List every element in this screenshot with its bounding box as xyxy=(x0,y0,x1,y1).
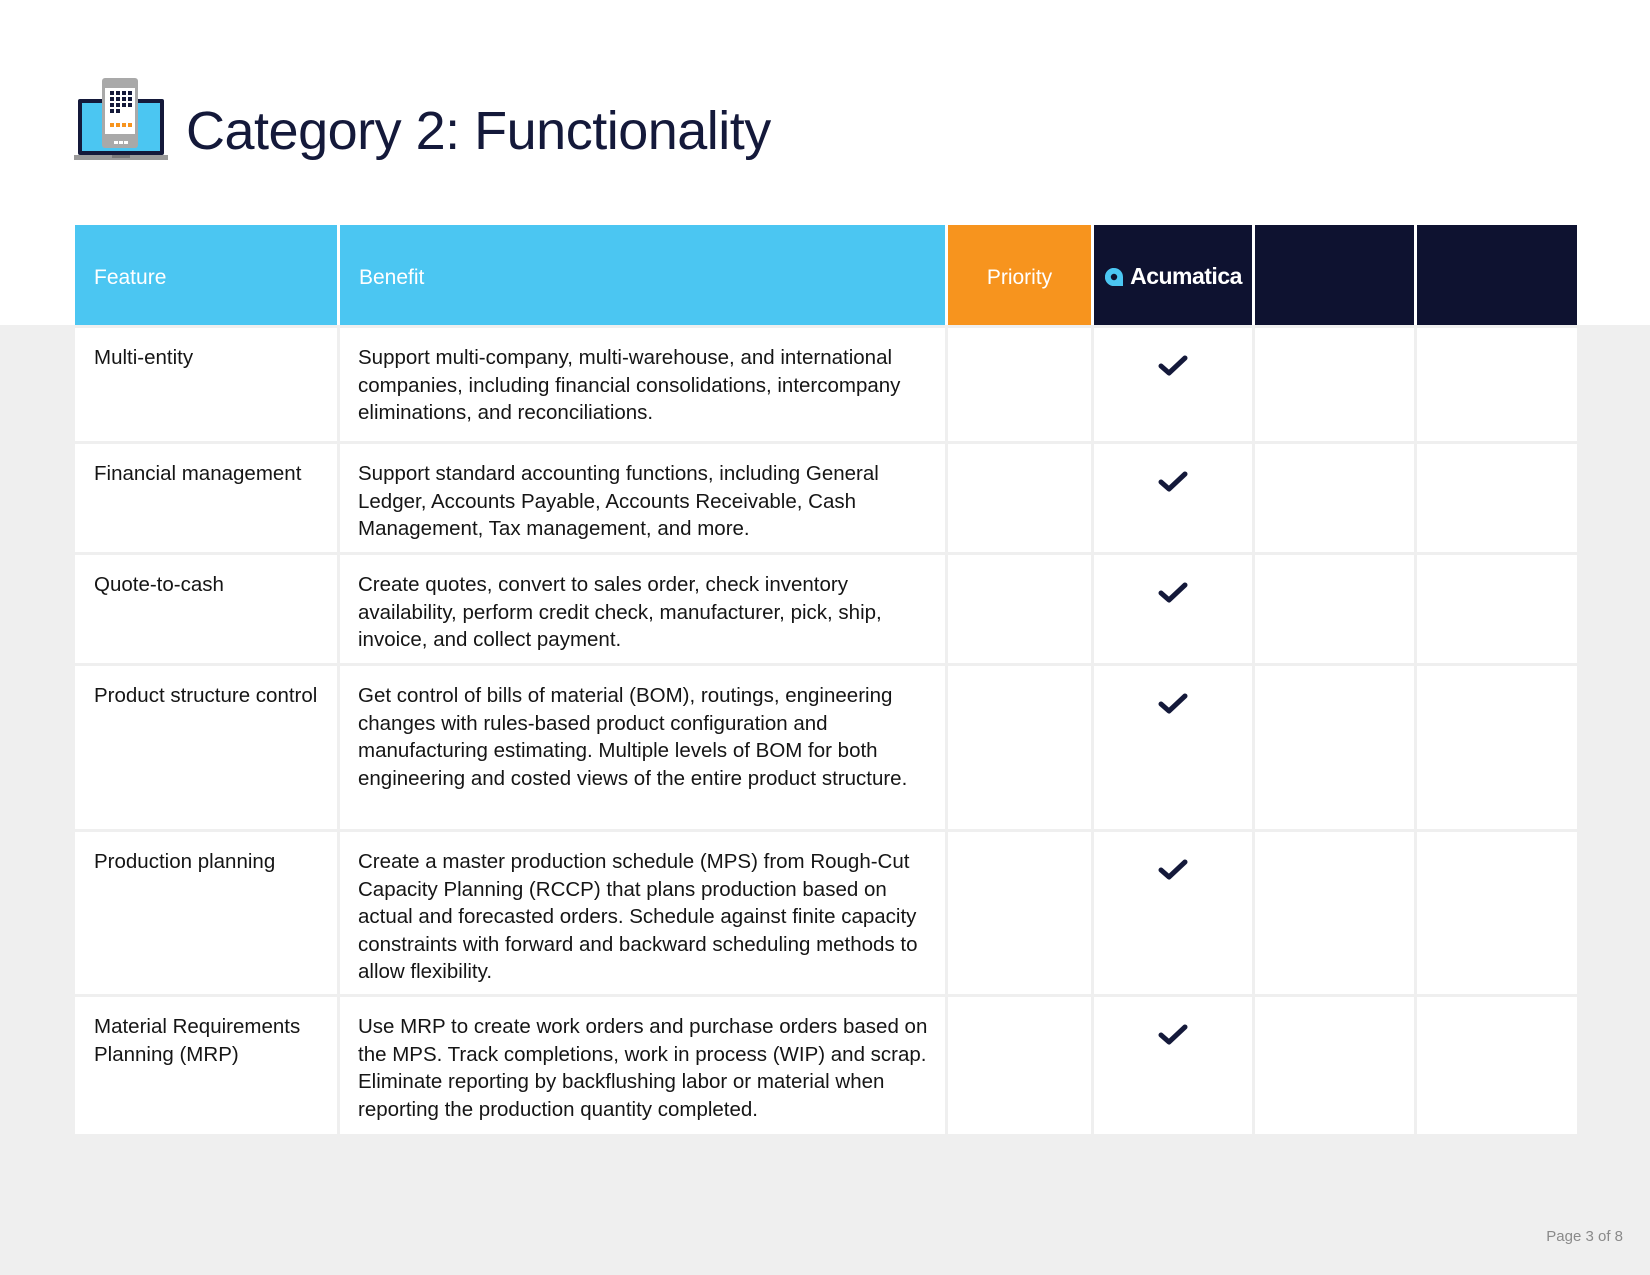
checkmark-icon xyxy=(1158,1023,1188,1134)
benefit-cell: Create a master production schedule (MPS… xyxy=(340,832,945,994)
vendor-1-cell xyxy=(1094,328,1252,441)
priority-cell xyxy=(948,666,1091,829)
acumatica-logo-text: Acumatica xyxy=(1130,263,1242,289)
priority-cell xyxy=(948,832,1091,994)
vendor-2-cell xyxy=(1255,997,1414,1134)
vendor-2-cell xyxy=(1255,444,1414,552)
benefit-cell: Support multi-company, multi-warehouse, … xyxy=(340,328,945,441)
header-vendor-3 xyxy=(1417,225,1577,325)
vendor-2-cell xyxy=(1255,555,1414,663)
feature-cell: Financial management xyxy=(75,444,337,552)
page-title: Category 2: Functionality xyxy=(186,101,771,161)
header-benefit: Benefit xyxy=(340,225,945,325)
benefit-cell: Support standard accounting functions, i… xyxy=(340,444,945,552)
vendor-1-cell xyxy=(1094,444,1252,552)
checkmark-icon xyxy=(1158,581,1188,663)
header-priority: Priority xyxy=(948,225,1091,325)
vendor-2-cell xyxy=(1255,328,1414,441)
vendor-1-cell xyxy=(1094,666,1252,829)
vendor-3-cell xyxy=(1417,997,1577,1134)
acumatica-logo-icon xyxy=(1105,267,1124,286)
vendor-1-cell xyxy=(1094,832,1252,994)
vendor-3-cell xyxy=(1417,666,1577,829)
benefit-cell: Get control of bills of material (BOM), … xyxy=(340,666,945,829)
priority-cell xyxy=(948,328,1091,441)
vendor-1-cell xyxy=(1094,555,1252,663)
laptop-phone-icon xyxy=(74,78,168,160)
checkmark-icon xyxy=(1158,354,1188,441)
vendor-2-cell xyxy=(1255,832,1414,994)
header-vendor-2 xyxy=(1255,225,1414,325)
header-vendor-acumatica: Acumatica xyxy=(1094,225,1252,325)
vendor-3-cell xyxy=(1417,328,1577,441)
comparison-table: Feature Benefit Priority Acumatica Multi… xyxy=(75,225,1577,1134)
priority-cell xyxy=(948,555,1091,663)
feature-cell: Quote-to-cash xyxy=(75,555,337,663)
feature-cell: Product structure control xyxy=(75,666,337,829)
acumatica-logo: Acumatica xyxy=(1104,263,1242,290)
feature-cell: Multi-entity xyxy=(75,328,337,441)
page-number: Page 3 of 8 xyxy=(1546,1228,1623,1245)
header-feature: Feature xyxy=(75,225,337,325)
benefit-cell: Create quotes, convert to sales order, c… xyxy=(340,555,945,663)
vendor-2-cell xyxy=(1255,666,1414,829)
vendor-1-cell xyxy=(1094,997,1252,1134)
benefit-cell: Use MRP to create work orders and purcha… xyxy=(340,997,945,1134)
checkmark-icon xyxy=(1158,692,1188,829)
vendor-3-cell xyxy=(1417,444,1577,552)
checkmark-icon xyxy=(1158,858,1188,994)
vendor-3-cell xyxy=(1417,555,1577,663)
feature-cell: Production planning xyxy=(75,832,337,994)
vendor-3-cell xyxy=(1417,832,1577,994)
priority-cell xyxy=(948,997,1091,1134)
checkmark-icon xyxy=(1158,470,1188,552)
feature-cell: Material Requirements Planning (MRP) xyxy=(75,997,337,1134)
priority-cell xyxy=(948,444,1091,552)
